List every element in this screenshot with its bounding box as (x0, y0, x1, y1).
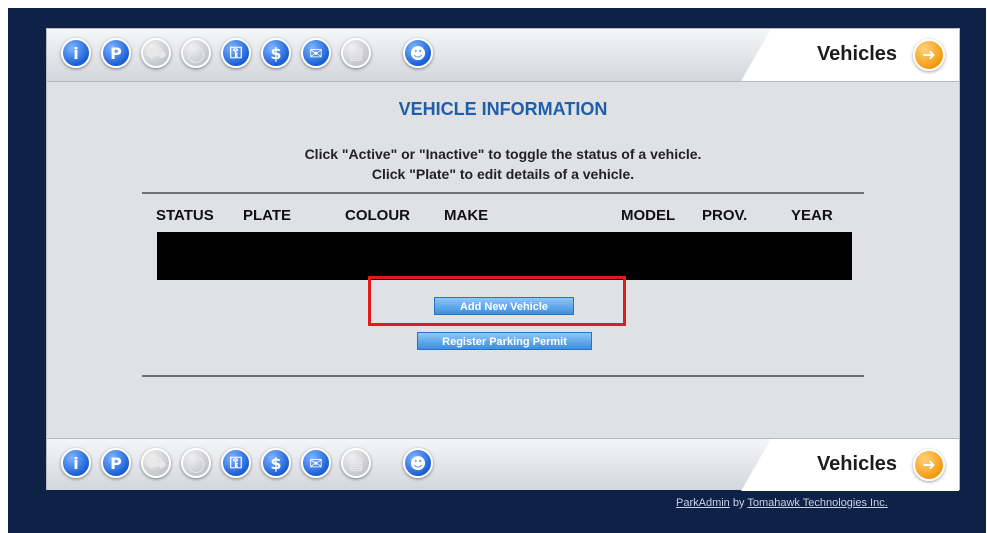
column-status[interactable]: STATUS (156, 207, 214, 224)
dollar-icon[interactable]: $ (261, 38, 291, 68)
lock-icon[interactable]: ⚿ (221, 448, 251, 478)
instruction-line-2: Click "Plate" to edit details of a vehic… (371, 166, 635, 182)
column-model: MODEL (621, 207, 676, 224)
ticket-icon: ◯ (181, 38, 211, 68)
nav-icons-bottom: i P ⛟ ◯ ⚿ $ ✉ ▤ ☻ (61, 448, 433, 478)
column-plate[interactable]: PLATE (243, 207, 291, 224)
section-tab-bottom: Vehicles ➜ (719, 439, 959, 491)
info-icon[interactable]: i (61, 448, 91, 478)
car-icon: ⛟ (141, 448, 171, 478)
column-make: MAKE (444, 207, 489, 224)
highlight-box (368, 276, 626, 326)
car-icon: ⛟ (141, 38, 171, 68)
divider-top (142, 192, 864, 194)
user-icon[interactable]: ☻ (403, 38, 433, 68)
company-link[interactable]: Tomahawk Technologies Inc. (747, 497, 887, 509)
register-parking-permit-button[interactable]: Register Parking Permit (417, 332, 592, 350)
clipboard-icon: ▤ (341, 448, 371, 478)
section-tab: Vehicles ➜ (719, 29, 959, 81)
instruction-line-1: Click "Active" or "Inactive" to toggle t… (304, 146, 702, 162)
info-icon[interactable]: i (61, 38, 91, 68)
main-panel: i P ⛟ ◯ ⚿ $ ✉ ▤ ☻ Vehicles ➜ VEHICLE INF… (46, 28, 960, 491)
dollar-icon[interactable]: $ (261, 448, 291, 478)
tab-label: Vehicles (816, 453, 897, 475)
divider-bottom (142, 375, 864, 377)
tab-label: Vehicles (816, 43, 897, 65)
page-title: VEHICLE INFORMATION (398, 99, 608, 119)
vehicle-table-rows (157, 232, 852, 280)
top-toolbar: i P ⛟ ◯ ⚿ $ ✉ ▤ ☻ Vehicles ➜ (47, 29, 959, 82)
parking-icon[interactable]: P (101, 38, 131, 68)
user-icon[interactable]: ☻ (403, 448, 433, 478)
bottom-toolbar: i P ⛟ ◯ ⚿ $ ✉ ▤ ☻ Vehicles ➜ (47, 438, 959, 491)
lock-icon[interactable]: ⚿ (221, 38, 251, 68)
car-key-icon: ➜ (913, 39, 945, 71)
message-icon[interactable]: ✉ (301, 448, 331, 478)
footer-credit: ParkAdmin by Tomahawk Technologies Inc. (676, 497, 888, 509)
parking-icon[interactable]: P (101, 448, 131, 478)
nav-icons: i P ⛟ ◯ ⚿ $ ✉ ▤ ☻ (61, 38, 433, 68)
column-prov: PROV. (702, 207, 748, 224)
message-icon[interactable]: ✉ (301, 38, 331, 68)
clipboard-icon: ▤ (341, 38, 371, 68)
footer-by: by (732, 497, 745, 509)
column-year: YEAR (791, 207, 833, 224)
car-key-icon: ➜ (913, 449, 945, 481)
parkadmin-link[interactable]: ParkAdmin (676, 497, 730, 509)
ticket-icon: ◯ (181, 448, 211, 478)
column-colour: COLOUR (345, 207, 410, 224)
